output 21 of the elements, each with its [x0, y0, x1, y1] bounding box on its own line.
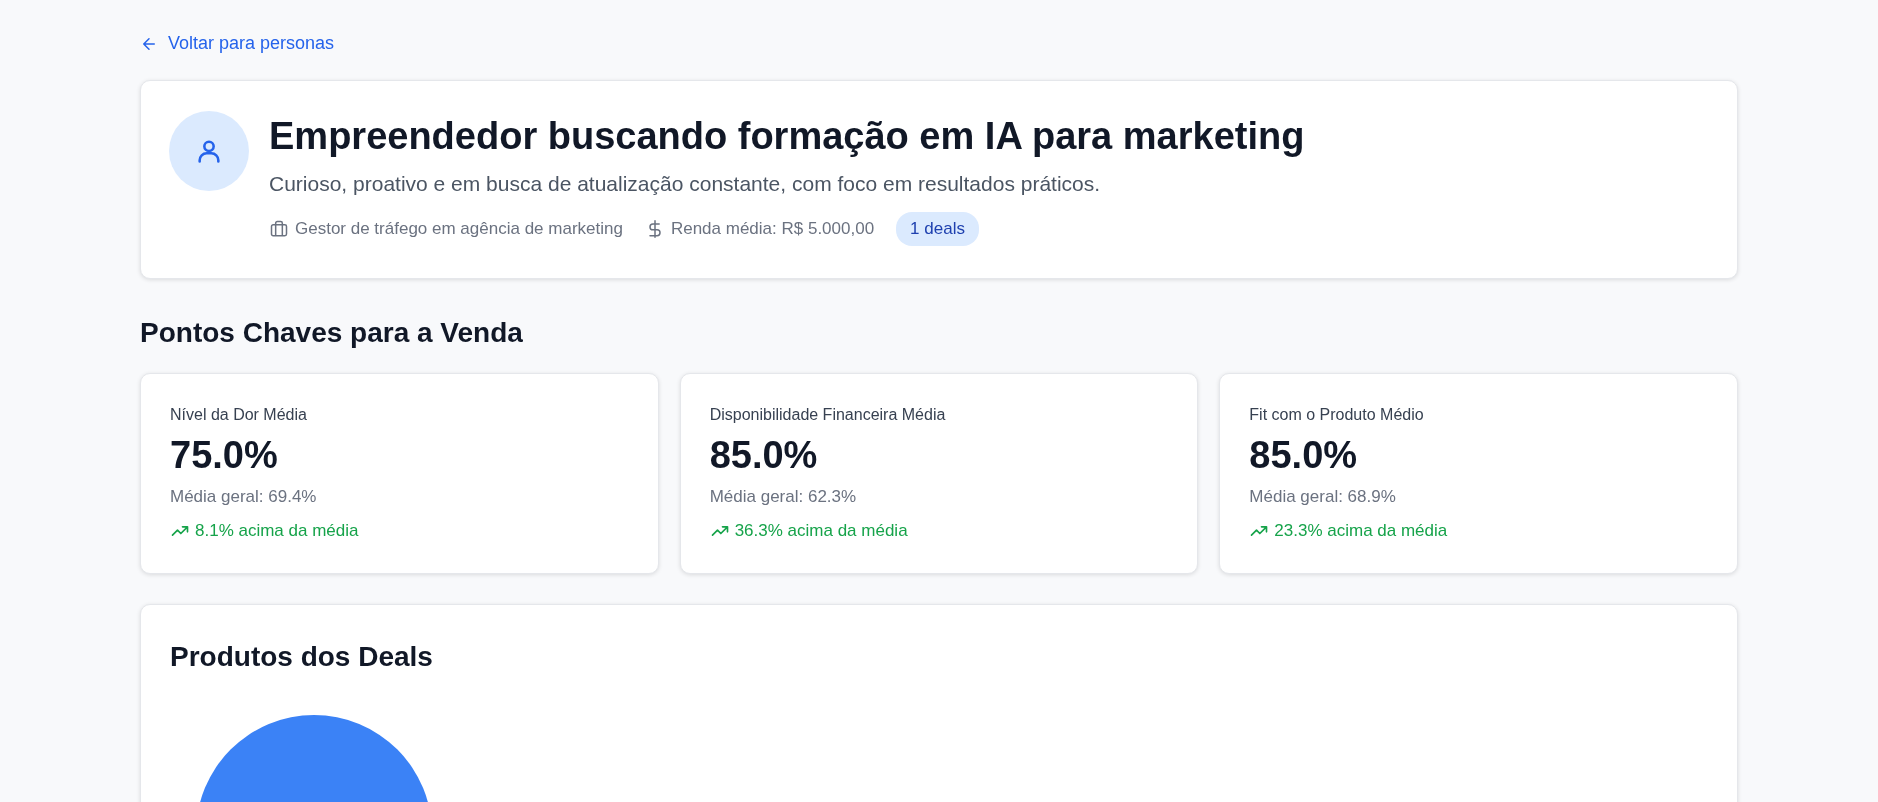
occupation-text: Gestor de tráfego em agência de marketing	[295, 219, 623, 239]
average-text: Média geral: 62.3%	[709, 487, 858, 507]
persona-description: Curioso, proativo e em busca de atualização constante, com foco em resultados práticos.	[269, 172, 1102, 196]
persona-title: Empreendedor buscando formação em IA para marketing	[269, 115, 1305, 158]
average-text: Média geral: 68.9%	[1249, 487, 1397, 507]
metric-label: Fit com o Produto Médio	[1249, 406, 1425, 424]
comparison-text: 8.1% acima da média	[195, 521, 359, 541]
metric-label: Nível da Dor Média	[170, 406, 308, 424]
metric-label: Disponibilidade Financeira Média	[709, 406, 947, 424]
comparison-text: 23.3% acima da média	[1274, 521, 1448, 541]
section-title: Pontos Chaves para a Venda	[140, 317, 524, 349]
metric-value: 75.0%	[170, 434, 279, 477]
briefcase-icon	[269, 219, 289, 239]
metric-value: 85.0%	[709, 434, 819, 477]
average-text: Média geral: 69.4%	[170, 487, 318, 507]
products-title: Produtos dos Deals	[170, 641, 434, 673]
metric-value: 85.0%	[1249, 434, 1359, 477]
back-link[interactable]: Voltar para personas	[140, 33, 335, 54]
comparison-text: 36.3% acima da média	[734, 521, 908, 541]
deals-badge: 1 deals	[896, 212, 979, 246]
income-text: Renda média: R$ 5.000,00	[670, 219, 875, 239]
